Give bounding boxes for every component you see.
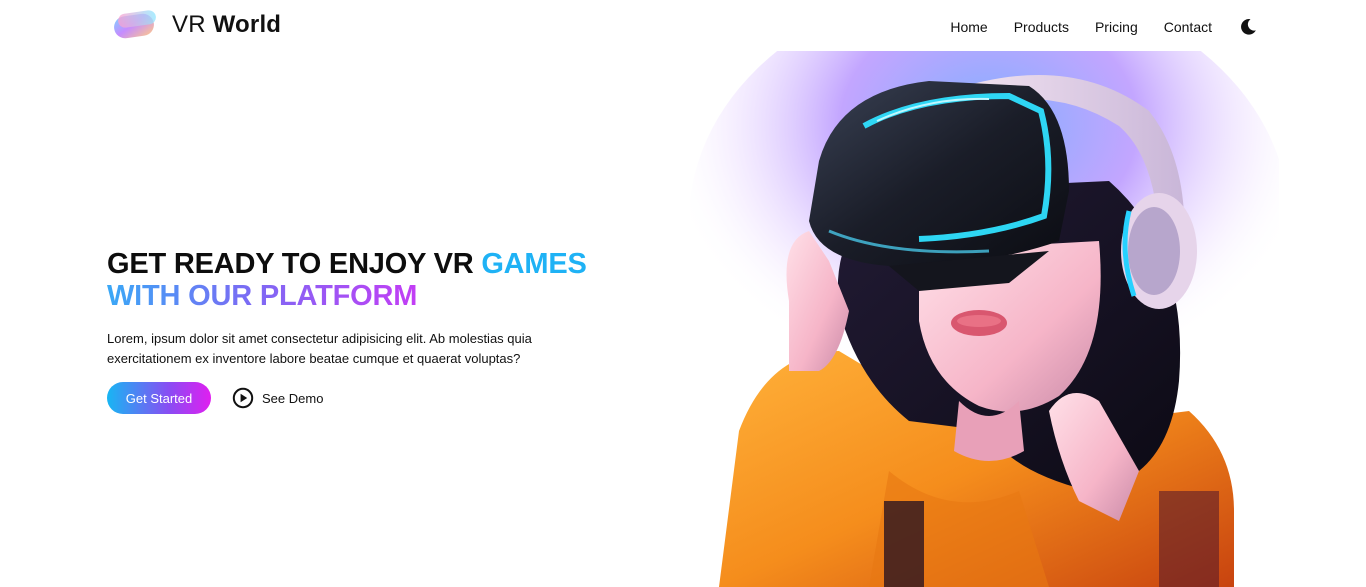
brand-name: VR World — [172, 11, 281, 39]
vr-headset-person-illustration — [689, 51, 1279, 587]
nav-contact[interactable]: Contact — [1164, 19, 1212, 35]
nav-pricing[interactable]: Pricing — [1095, 19, 1138, 35]
brand-name-light: VR — [172, 11, 206, 38]
hero-image — [689, 51, 1279, 587]
logo-icon — [114, 10, 156, 39]
nav-products[interactable]: Products — [1014, 19, 1069, 35]
nav-home[interactable]: Home — [950, 19, 987, 35]
main-nav: Home Products Pricing Contact — [924, 17, 1258, 37]
play-circle-icon — [232, 387, 254, 409]
hero-title: GET READY TO ENJOY VR GAMES WITH OUR PLA… — [107, 248, 587, 312]
see-demo-label: See Demo — [262, 390, 324, 406]
theme-toggle-button[interactable] — [1238, 17, 1258, 37]
site-header: VR World Home Products Pricing Contact — [0, 0, 1366, 52]
hero-title-accent: GAMES — [481, 248, 587, 280]
hero-description: Lorem, ipsum dolor sit amet consectetur … — [107, 331, 532, 366]
hero-title-line2: WITH OUR PLATFORM — [107, 280, 418, 312]
get-started-button[interactable]: Get Started — [107, 382, 211, 414]
hero-title-line1: GET READY TO ENJOY VR — [107, 248, 474, 280]
brand-name-bold: World — [212, 11, 282, 38]
brand-logo[interactable]: VR World — [112, 9, 281, 41]
see-demo-button[interactable]: See Demo — [232, 387, 323, 409]
moon-icon — [1241, 19, 1256, 35]
